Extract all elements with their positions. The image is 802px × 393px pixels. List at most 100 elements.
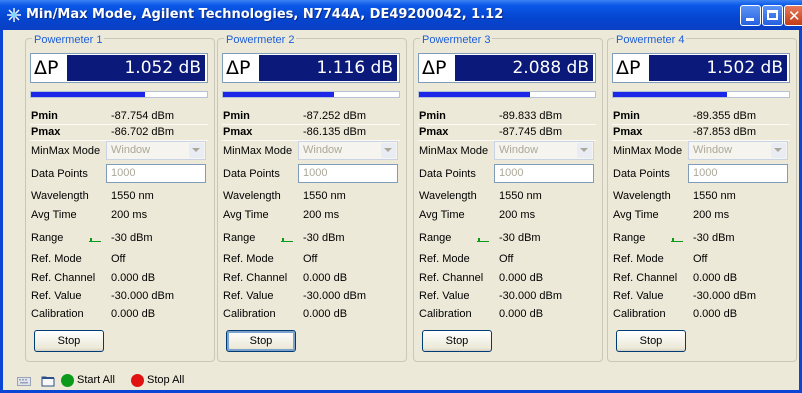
- range-indicator-icon: [477, 238, 489, 242]
- level-bar: [30, 91, 208, 98]
- powermeter-panel: Powermeter 1 ΔP 1.052 dB Pmin -87.754 dBm Pma…: [25, 34, 215, 362]
- minmax-mode-value: Window: [111, 144, 151, 156]
- wavelength-row: Wavelength 1550 nm: [223, 189, 403, 203]
- data-points-input[interactable]: 1000: [106, 164, 206, 183]
- status-bar: Start All Stop All: [13, 372, 313, 390]
- ref-mode-label: Ref. Mode: [223, 253, 274, 265]
- ref-mode-row: Ref. Mode Off: [31, 252, 211, 266]
- delta-p-value: 1.116 dB: [259, 55, 397, 81]
- range-value: -30 dBm: [303, 232, 345, 244]
- app-window: Min/Max Mode, Agilent Technologies, N774…: [0, 0, 802, 393]
- delta-p-value: 1.052 dB: [67, 55, 205, 81]
- pmax-row: Pmax -86.135 dBm: [223, 125, 403, 139]
- avg-time-value: 200 ms: [499, 209, 536, 221]
- green-circle-icon: [61, 374, 74, 387]
- stop-button[interactable]: Stop: [422, 330, 492, 352]
- ref-channel-value: 0.000 dB: [111, 272, 156, 284]
- chevron-down-icon[interactable]: [189, 143, 204, 158]
- range-row: Range -30 dBm: [31, 231, 211, 245]
- delta-p-value: 1.502 dB: [649, 55, 787, 81]
- calibration-value: 0.000 dB: [693, 308, 738, 320]
- ref-value-label: Ref. Value: [613, 290, 664, 302]
- avg-time-value: 200 ms: [303, 209, 340, 221]
- divider: [30, 124, 208, 125]
- chevron-down-icon[interactable]: [771, 143, 786, 158]
- keyboard-icon[interactable]: [17, 375, 31, 387]
- chevron-down-icon[interactable]: [577, 143, 592, 158]
- ref-channel-value: 0.000 dB: [499, 272, 544, 284]
- stop-button[interactable]: Stop: [616, 330, 686, 352]
- calibration-value: 0.000 dB: [499, 308, 544, 320]
- delta-p-label: ΔP: [422, 57, 447, 79]
- ref-value-label: Ref. Value: [31, 290, 82, 302]
- ref-channel-label: Ref. Channel: [31, 272, 96, 284]
- minmax-mode-row: MinMax Mode: [31, 144, 111, 158]
- level-bar-fill: [419, 92, 530, 97]
- ref-channel-row: Ref. Channel 0.000 dB: [31, 271, 211, 285]
- pmax-value: -87.853 dBm: [693, 126, 756, 138]
- ref-mode-row: Ref. Mode Off: [419, 252, 599, 266]
- minmax-mode-select[interactable]: Window: [298, 141, 398, 160]
- data-points-label: Data Points: [419, 168, 476, 180]
- ref-channel-row: Ref. Channel 0.000 dB: [223, 271, 403, 285]
- powermeter-panel: Powermeter 3 ΔP 2.088 dB Pmin -89.833 dBm Pma…: [413, 34, 603, 362]
- pmin-label: Pmin: [419, 110, 446, 122]
- calibration-label: Calibration: [31, 308, 84, 320]
- app-icon: [7, 8, 21, 22]
- minmax-mode-select[interactable]: Window: [494, 141, 594, 160]
- avg-time-row: Avg Time 200 ms: [31, 208, 211, 222]
- minmax-mode-select[interactable]: Window: [688, 141, 788, 160]
- panel-title: Powermeter 1: [32, 34, 105, 46]
- wavelength-label: Wavelength: [223, 190, 281, 202]
- stop-all-button[interactable]: Stop All: [131, 372, 195, 388]
- wavelength-label: Wavelength: [419, 190, 477, 202]
- data-points-input[interactable]: 1000: [494, 164, 594, 183]
- red-circle-icon: [131, 374, 144, 387]
- start-all-button[interactable]: Start All: [61, 372, 127, 388]
- ref-value-row: Ref. Value -30.000 dBm: [419, 289, 599, 303]
- level-bar-fill: [613, 92, 728, 97]
- close-button[interactable]: ✕: [784, 5, 802, 26]
- ref-mode-label: Ref. Mode: [31, 253, 82, 265]
- avg-time-label: Avg Time: [223, 209, 269, 221]
- powermeter-panel: Powermeter 2 ΔP 1.116 dB Pmin -87.252 dBm Pma…: [217, 34, 407, 362]
- pmin-row: Pmin -89.355 dBm: [613, 109, 793, 123]
- data-points-input[interactable]: 1000: [688, 164, 788, 183]
- maximize-button[interactable]: [762, 5, 783, 26]
- maximize-icon: [767, 10, 778, 20]
- stop-button[interactable]: Stop: [34, 330, 104, 352]
- minmax-mode-select[interactable]: Window: [106, 141, 206, 160]
- panel-title: Powermeter 4: [614, 34, 687, 46]
- wavelength-label: Wavelength: [613, 190, 671, 202]
- calibration-row: Calibration 0.000 dB: [31, 307, 211, 321]
- ref-value-value: -30.000 dBm: [111, 290, 174, 302]
- avg-time-label: Avg Time: [419, 209, 465, 221]
- pmax-value: -86.135 dBm: [303, 126, 366, 138]
- pmin-row: Pmin -89.833 dBm: [419, 109, 599, 123]
- range-row: Range -30 dBm: [613, 231, 793, 245]
- level-bar: [612, 91, 790, 98]
- folder-icon[interactable]: [41, 374, 55, 387]
- panel-title: Powermeter 3: [420, 34, 493, 46]
- chevron-down-icon[interactable]: [381, 143, 396, 158]
- range-value: -30 dBm: [499, 232, 541, 244]
- calibration-row: Calibration 0.000 dB: [419, 307, 599, 321]
- delta-p-label: ΔP: [226, 57, 251, 79]
- ref-mode-row: Ref. Mode Off: [613, 252, 793, 266]
- range-label: Range: [613, 232, 646, 244]
- close-icon: ✕: [788, 7, 801, 25]
- minimize-button[interactable]: [740, 5, 761, 26]
- title-bar[interactable]: Min/Max Mode, Agilent Technologies, N774…: [0, 0, 802, 30]
- delta-p-display: ΔP 1.116 dB: [222, 53, 400, 83]
- stop-button[interactable]: Stop: [226, 330, 296, 352]
- minmax-mode-label: MinMax Mode: [419, 145, 489, 157]
- ref-value-row: Ref. Value -30.000 dBm: [613, 289, 793, 303]
- minmax-mode-row: MinMax Mode: [223, 144, 303, 158]
- start-all-label: Start All: [77, 374, 115, 386]
- data-points-input[interactable]: 1000: [298, 164, 398, 183]
- pmin-row: Pmin -87.754 dBm: [31, 109, 211, 123]
- pmax-row: Pmax -86.702 dBm: [31, 125, 211, 139]
- window-title: Min/Max Mode, Agilent Technologies, N774…: [26, 7, 504, 22]
- calibration-label: Calibration: [613, 308, 666, 320]
- wavelength-row: Wavelength 1550 nm: [419, 189, 599, 203]
